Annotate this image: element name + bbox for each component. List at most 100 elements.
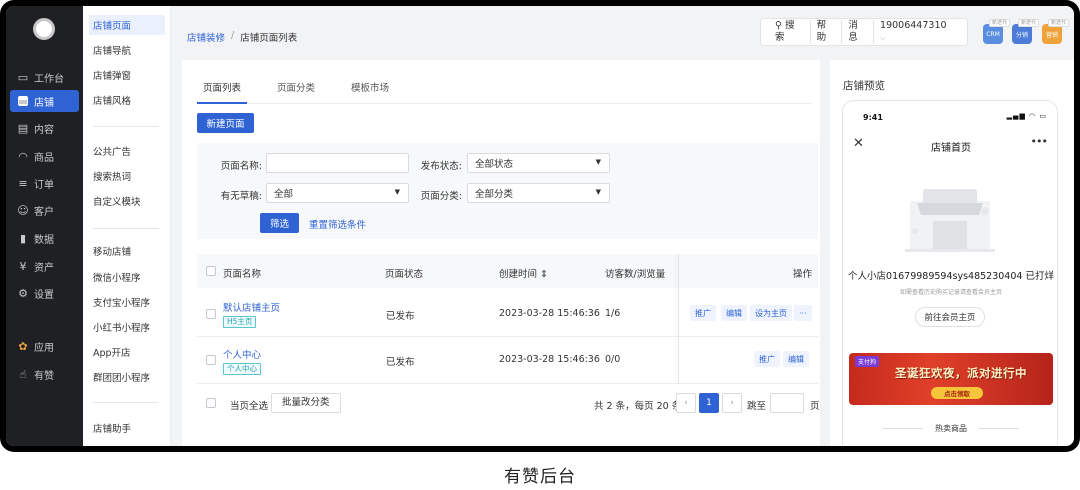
pagination-summary: 共 2 条，每页 20 条 xyxy=(594,401,682,412)
set-home-button[interactable]: 设为主页 xyxy=(750,305,792,321)
banner-tag: 支付狗 xyxy=(855,356,880,367)
tab-template-market[interactable]: 模板市场 xyxy=(345,74,395,104)
publish-status-select[interactable]: 全部状态 ▼ xyxy=(467,153,610,173)
tab-page-list[interactable]: 页面列表 xyxy=(197,74,248,104)
select-all-checkbox[interactable] xyxy=(206,266,216,276)
banner-claim-button[interactable]: 点击领取 xyxy=(931,387,983,399)
subnav-item[interactable]: 搜索热词 xyxy=(89,166,165,186)
table-header: 页面名称 页面状态 创建时间 ⇕ 访客数/浏览量 操作 xyxy=(197,254,818,288)
app-shortcut-icon[interactable]: 营销 xyxy=(1042,24,1062,44)
page-status: 已发布 xyxy=(386,357,415,368)
primary-sidebar: ▭ 工作台 ▬ 店铺 ▤ 内容 ◠ 商品 ≡ 订单 ☺ 客户 ▮ 数据 ¥ 资产 ⚙ 设置 ✿ 应用 ☝ 有赞 xyxy=(6,6,83,446)
shop-note: 如需查看历史购买记录请查看会员主页 xyxy=(899,289,1002,296)
batch-category-button[interactable]: 批量改分类 xyxy=(271,393,341,413)
column-created-time[interactable]: 创建时间 ⇕ xyxy=(499,266,548,280)
reset-filters-link[interactable]: 重置筛选条件 xyxy=(309,217,366,231)
page-number-button[interactable]: 1 xyxy=(699,393,719,413)
preview-title: 店铺预览 xyxy=(843,80,885,92)
gear-icon: ⚙ xyxy=(18,286,28,300)
nav-item-label: 应用 xyxy=(34,342,54,354)
nav-item-6[interactable]: ▮ 数据 xyxy=(10,227,79,249)
page-select-all-checkbox[interactable] xyxy=(206,398,216,408)
member-page-button[interactable]: 前往会员主页 xyxy=(915,307,985,327)
yen-icon: ¥ xyxy=(19,259,27,273)
image-caption: 有赞后台 xyxy=(504,467,576,487)
promote-button[interactable]: 推广 xyxy=(690,305,716,321)
breadcrumb-link-decoration[interactable]: 店铺装修 xyxy=(187,30,225,44)
search-icon: ⚲ xyxy=(775,20,785,31)
nav-item-0[interactable]: ▭ 工作台 xyxy=(10,66,79,88)
filter-panel: 页面名称: 发布状态: 全部状态 ▼ 有无草稿: 全部 ▼ 页面分类: 全部分类… xyxy=(197,143,818,239)
subnav-item[interactable]: 店铺助手 xyxy=(89,418,165,438)
list-icon: ≡ xyxy=(18,176,28,190)
subnav-item[interactable]: 微信小程序 xyxy=(89,267,165,287)
nav-item-10[interactable]: ☝ 有赞 xyxy=(10,363,79,385)
search-button[interactable]: ⚲ 搜索 xyxy=(769,20,811,44)
row-checkbox[interactable] xyxy=(206,355,216,365)
nav-item-3[interactable]: ◠ 商品 xyxy=(10,145,79,167)
page-unit-label: 页 xyxy=(810,401,820,412)
subnav-item[interactable]: App开店 xyxy=(89,342,165,362)
chevron-left-icon: ‹ xyxy=(684,398,688,408)
subnav-divider xyxy=(93,126,159,127)
jump-label: 跳至 xyxy=(747,401,767,412)
shop-name: 个人小店01679989594sys485230404 已打烊 xyxy=(848,271,1054,282)
nav-item-8[interactable]: ⚙ 设置 xyxy=(10,282,79,304)
phone-preview: 9:41 ▂▄▆ ◠ ▭ ✕ 店铺首页 ••• 个人小店01679989594s… xyxy=(842,100,1058,446)
page-tag: H5主页 xyxy=(223,316,257,328)
new-page-button[interactable]: 新建页面 xyxy=(197,113,254,133)
edit-button[interactable]: 编辑 xyxy=(721,305,747,321)
app-shortcut-icon[interactable]: 分销 xyxy=(1012,24,1032,44)
more-actions-button[interactable]: ··· xyxy=(794,305,812,321)
prev-page-button[interactable]: ‹ xyxy=(676,393,696,413)
page-name-link[interactable]: 个人中心 xyxy=(223,347,261,361)
subnav-item[interactable]: 支付宝小程序 xyxy=(89,292,165,312)
created-time: 2023-03-28 15:46:36 xyxy=(499,354,600,365)
row-checkbox[interactable] xyxy=(206,309,216,319)
app-shortcut-icon[interactable]: CRM xyxy=(983,24,1003,44)
draft-select[interactable]: 全部 ▼ xyxy=(266,183,409,203)
store-icon: ▬ xyxy=(17,94,29,108)
subnav-item[interactable]: 店铺风格 xyxy=(89,90,165,110)
subnav-item[interactable]: 店铺弹窗 xyxy=(89,65,165,85)
subnav-item[interactable]: 店铺页面 xyxy=(89,15,165,35)
more-icon[interactable]: ••• xyxy=(1031,135,1048,148)
account-menu[interactable]: 19006447310 ⌵ xyxy=(874,20,959,44)
tab-page-category[interactable]: 页面分类 xyxy=(271,74,321,104)
nav-item-4[interactable]: ≡ 订单 xyxy=(10,172,79,194)
edit-button[interactable]: 编辑 xyxy=(783,351,809,367)
subnav-item[interactable]: 移动店铺 xyxy=(89,241,165,261)
signal-icon: ▂▄▆ ◠ ▭ xyxy=(1006,112,1047,120)
nav-item-9[interactable]: ✿ 应用 xyxy=(10,335,79,357)
caret-down-icon: ▼ xyxy=(595,188,601,196)
next-page-button[interactable]: › xyxy=(722,393,742,413)
nav-item-label: 设置 xyxy=(34,289,54,301)
subnav-item[interactable]: 公共广告 xyxy=(89,141,165,161)
subnav-item[interactable]: 店铺导航 xyxy=(89,40,165,60)
jump-page-input[interactable] xyxy=(770,393,804,413)
nav-item-7[interactable]: ¥ 资产 xyxy=(10,255,79,277)
nav-item-1[interactable]: ▬ 店铺 xyxy=(10,90,79,112)
subnav-item[interactable]: 小红书小程序 xyxy=(89,317,165,337)
nav-item-label: 资产 xyxy=(34,262,54,274)
category-select[interactable]: 全部分类 ▼ xyxy=(467,183,610,203)
filter-button[interactable]: 筛选 xyxy=(260,213,299,233)
messages-link[interactable]: 消息 xyxy=(842,20,875,44)
publish-status-label: 发布状态: xyxy=(420,161,462,172)
visits-count: 1/6 xyxy=(605,308,621,319)
page-name-link[interactable]: 默认店铺主页 xyxy=(223,300,280,314)
nav-item-2[interactable]: ▤ 内容 xyxy=(10,117,79,139)
page-name-input[interactable] xyxy=(266,153,409,173)
row-divider xyxy=(197,336,818,337)
nav-item-5[interactable]: ☺ 客户 xyxy=(10,199,79,221)
subnav-item[interactable]: 群团团小程序 xyxy=(89,367,165,387)
column-visits: 访客数/浏览量 xyxy=(605,269,666,280)
promo-banner[interactable]: 支付狗 圣诞狂欢夜，派对进行中 点击领取 xyxy=(849,353,1053,405)
draft-label: 有无草稿: xyxy=(220,191,262,202)
subnav-item[interactable]: 自定义模块 xyxy=(89,191,165,211)
help-link[interactable]: 帮助 xyxy=(811,20,843,44)
page-tabs: 页面列表 页面分类 模板市场 xyxy=(197,74,812,104)
caret-down-icon: ▼ xyxy=(595,158,601,166)
app-new-tag: 新迭代 xyxy=(1018,19,1040,27)
promote-button[interactable]: 推广 xyxy=(754,351,780,367)
